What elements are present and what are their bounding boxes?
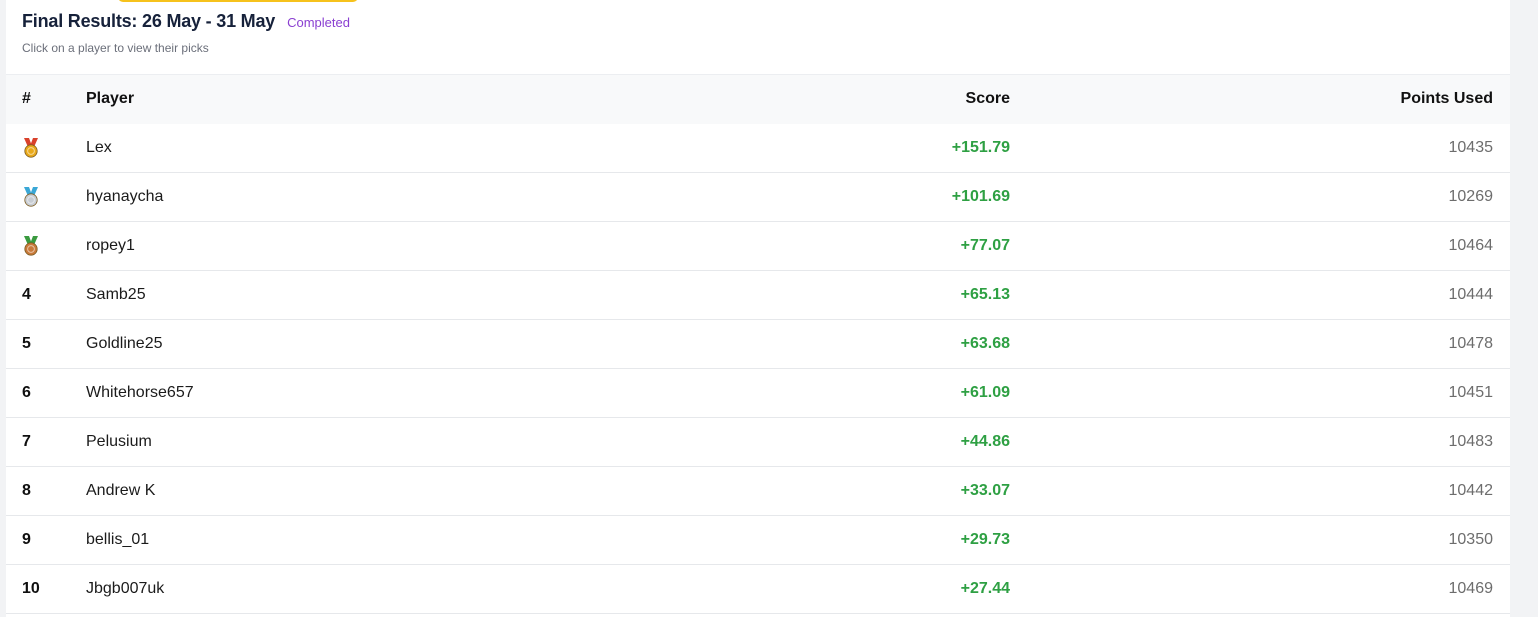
column-header-points-used: Points Used: [1010, 74, 1510, 124]
row-points-used: 10435: [1448, 138, 1494, 156]
row-rank: [6, 173, 86, 222]
yellow-tab-indicator[interactable]: [118, 0, 358, 2]
row-rank: 4: [22, 286, 31, 303]
row-points-used: 10483: [1448, 433, 1494, 450]
table-header-row: # Player Score Points Used: [6, 74, 1510, 124]
gold-medal-icon: [24, 137, 38, 158]
table-row[interactable]: 8 Andrew K +33.07 10442: [6, 467, 1510, 516]
table-row[interactable]: 5 Goldline25 +63.68 10478: [6, 320, 1510, 369]
row-score: +63.68: [960, 335, 1010, 352]
row-rank: 8: [22, 482, 31, 499]
row-rank: [6, 124, 86, 173]
row-rank: 9: [22, 531, 31, 548]
row-points-used: 10469: [1448, 580, 1494, 597]
row-points-used: 10269: [1448, 188, 1494, 205]
row-rank: 7: [22, 433, 31, 450]
table-row[interactable]: 6 Whitehorse657 +61.09 10451: [6, 369, 1510, 418]
row-points-used: 10350: [1448, 531, 1494, 548]
row-score: +77.07: [960, 237, 1010, 254]
table-row[interactable]: 4 Samb25 +65.13 10444: [6, 271, 1510, 320]
row-player-name[interactable]: ropey1: [86, 222, 726, 271]
row-score: +44.86: [960, 433, 1010, 450]
table-row[interactable]: Lex +151.79 10435: [6, 124, 1510, 173]
row-score: +29.73: [960, 531, 1010, 548]
row-points-used: 10464: [1448, 237, 1494, 254]
row-player-name[interactable]: bellis_01: [86, 516, 726, 565]
row-score: +101.69: [951, 188, 1010, 205]
row-score: +27.44: [960, 580, 1010, 597]
table-row[interactable]: 10 Jbgb007uk +27.44 10469: [6, 565, 1510, 614]
row-points-used: 10451: [1448, 384, 1494, 401]
row-player-name[interactable]: Jbgb007uk: [86, 565, 726, 614]
row-score: +151.79: [951, 138, 1010, 156]
row-points-used: 10442: [1448, 482, 1494, 499]
title-row: Final Results: 26 May - 31 May Completed: [22, 11, 350, 32]
table-row[interactable]: ropey1 +77.07 10464: [6, 222, 1510, 271]
row-player-name[interactable]: Goldline25: [86, 320, 726, 369]
row-points-used: 10478: [1448, 335, 1494, 352]
row-rank: [6, 222, 86, 271]
silver-medal-icon: [24, 187, 38, 207]
row-player-name[interactable]: Lex: [86, 124, 726, 173]
row-player-name[interactable]: Whitehorse657: [86, 369, 726, 418]
table-row[interactable]: 7 Pelusium +44.86 10483: [6, 418, 1510, 467]
column-header-rank: #: [6, 74, 86, 124]
row-player-name[interactable]: Samb25: [86, 271, 726, 320]
table-row[interactable]: 9 bellis_01 +29.73 10350: [6, 516, 1510, 565]
row-score: +61.09: [960, 384, 1010, 401]
row-rank: 6: [22, 384, 31, 401]
row-rank: 10: [22, 580, 40, 597]
row-rank: 5: [22, 335, 31, 352]
leaderboard-table: # Player Score Points Used Lex +151.79 104…: [6, 74, 1510, 614]
row-score: +33.07: [960, 482, 1010, 499]
column-header-player: Player: [86, 74, 726, 124]
row-player-name[interactable]: Andrew K: [86, 467, 726, 516]
status-badge: Completed: [287, 15, 350, 30]
results-header: Final Results: 26 May - 31 May Completed…: [22, 11, 350, 55]
row-player-name[interactable]: Pelusium: [86, 418, 726, 467]
row-points-used: 10444: [1448, 286, 1494, 303]
column-header-score: Score: [726, 74, 1010, 124]
page-title: Final Results: 26 May - 31 May: [22, 11, 276, 31]
row-player-name[interactable]: hyanaycha: [86, 173, 726, 222]
page-subtitle: Click on a player to view their picks: [22, 41, 209, 55]
bronze-medal-icon: [24, 236, 38, 256]
leaderboard-rows: Lex +151.79 10435 hyanaycha +101.69 10269 rope…: [6, 124, 1510, 614]
leaderboard-card: Final Results: 26 May - 31 May Completed…: [6, 0, 1510, 617]
table-row[interactable]: hyanaycha +101.69 10269: [6, 173, 1510, 222]
row-score: +65.13: [960, 286, 1010, 303]
